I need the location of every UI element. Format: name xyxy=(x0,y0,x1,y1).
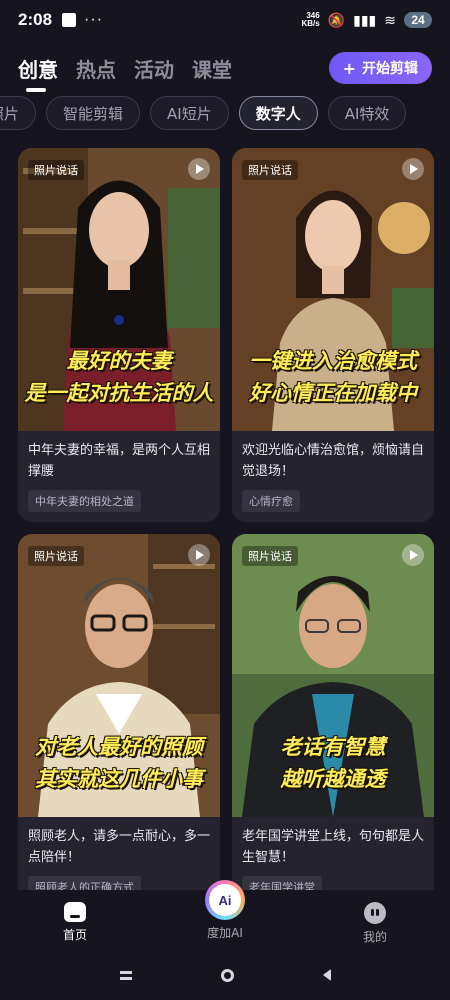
type-tag: 照片说话 xyxy=(28,546,84,566)
start-editing-label: 开始剪辑 xyxy=(362,61,418,77)
status-time: 2:08 xyxy=(18,10,53,29)
topic-tag[interactable]: 照顾老人的正确方式 xyxy=(28,876,141,890)
template-grid: 照片说话 最好的夫妻 是一起对抗生活的人 中年夫妻的幸福，是两个人互相撑腰 中年… xyxy=(18,148,434,890)
ai-assistant-icon: Ai xyxy=(205,880,245,920)
nav-me[interactable]: 我的 xyxy=(300,890,450,950)
type-tag: 照片说话 xyxy=(28,160,84,180)
chip-photo[interactable]: 照片 xyxy=(0,96,37,130)
template-card[interactable]: 照片说话 对老人最好的照顾 其实就这几件小事 照顾老人，请多一点耐心，多一点陪伴… xyxy=(18,534,220,890)
template-card[interactable]: 照片说话 最好的夫妻 是一起对抗生活的人 中年夫妻的幸福，是两个人互相撑腰 中年… xyxy=(18,148,220,522)
network-speed: 346 KB/s xyxy=(301,11,320,28)
home-icon xyxy=(64,902,86,922)
chip-smart-edit[interactable]: 智能剪辑 xyxy=(46,96,141,130)
more-notifications-icon: ··· xyxy=(84,11,104,28)
caption-line1: 对老人最好的照顾 xyxy=(35,735,203,759)
template-card[interactable]: 照片说话 一键进入治愈模式 好心情正在加载中 欢迎光临心情治愈馆，烦恼请自觉退场… xyxy=(232,148,434,522)
signal-icon: ▮▮▮ xyxy=(353,11,377,28)
back-icon[interactable] xyxy=(322,969,331,981)
tab-activity[interactable]: 活动 xyxy=(134,54,174,83)
ai-badge-text: Ai xyxy=(209,884,241,916)
caption-line1: 一键进入治愈模式 xyxy=(249,349,417,373)
system-navigation xyxy=(0,950,450,1000)
caption-line2: 好心情正在加载中 xyxy=(249,381,417,405)
wifi-icon: ≋ xyxy=(384,11,396,28)
card-description: 照顾老人，请多一点耐心，多一点陪伴！ xyxy=(28,829,211,865)
play-icon[interactable] xyxy=(402,158,424,180)
recent-apps-icon[interactable] xyxy=(119,970,132,980)
home-button-icon[interactable] xyxy=(220,968,234,982)
tab-classroom[interactable]: 课堂 xyxy=(192,54,232,83)
topic-tag[interactable]: 中年夫妻的相处之道 xyxy=(28,490,141,512)
profile-icon xyxy=(364,902,386,924)
card-description: 老年国学讲堂上线，句句都是人生智慧！ xyxy=(242,829,425,865)
tab-creative[interactable]: 创意 xyxy=(18,54,58,92)
template-card[interactable]: 照片说话 老话有智慧 越听越通透 老年国学讲堂上线，句句都是人生智慧！ 老年国学… xyxy=(232,534,434,890)
mute-icon: 🔕 xyxy=(327,11,346,28)
play-icon[interactable] xyxy=(402,544,424,566)
topic-tag[interactable]: 老年国学讲堂 xyxy=(242,876,322,890)
caption-line1: 最好的夫妻 xyxy=(66,349,172,373)
card-description: 中年夫妻的幸福，是两个人互相撑腰 xyxy=(28,443,211,479)
start-editing-button[interactable]: + 开始剪辑 xyxy=(328,52,432,84)
plus-icon: + xyxy=(342,58,356,78)
status-bar: 2:08 ··· 346 KB/s 🔕 ▮▮▮ ≋ 24 xyxy=(0,0,450,40)
card-description: 欢迎光临心情治愈馆，烦恼请自觉退场！ xyxy=(242,443,425,479)
type-tag: 照片说话 xyxy=(242,160,298,180)
nav-home[interactable]: 首页 xyxy=(0,890,150,950)
category-chips: 照片 智能剪辑 AI短片 数字人 AI特效 xyxy=(0,96,450,132)
bottom-navigation: 首页 Ai 度加AI 我的 xyxy=(0,880,450,950)
caption-line2: 越听越通透 xyxy=(280,767,386,791)
tab-hot[interactable]: 热点 xyxy=(76,54,116,83)
caption-line1: 老话有智慧 xyxy=(280,735,386,759)
play-icon[interactable] xyxy=(188,544,210,566)
caption-line2: 其实就这几件小事 xyxy=(35,767,203,791)
chip-ai-effects[interactable]: AI特效 xyxy=(327,96,407,130)
nav-ai-label: 度加AI xyxy=(207,926,243,940)
battery-indicator: 24 xyxy=(404,12,432,28)
type-tag: 照片说话 xyxy=(242,546,298,566)
play-icon[interactable] xyxy=(188,158,210,180)
chip-ai-short[interactable]: AI短片 xyxy=(150,96,229,130)
nav-me-label: 我的 xyxy=(362,930,387,944)
top-tabs: 创意 热点 活动 课堂 + 开始剪辑 xyxy=(0,48,450,92)
nav-home-label: 首页 xyxy=(62,928,87,942)
chip-digital-human[interactable]: 数字人 xyxy=(238,96,318,130)
notification-icon xyxy=(62,13,77,27)
topic-tag[interactable]: 心情疗愈 xyxy=(242,490,300,512)
caption-line2: 是一起对抗生活的人 xyxy=(24,381,214,405)
nav-ai[interactable]: Ai 度加AI xyxy=(150,880,300,950)
